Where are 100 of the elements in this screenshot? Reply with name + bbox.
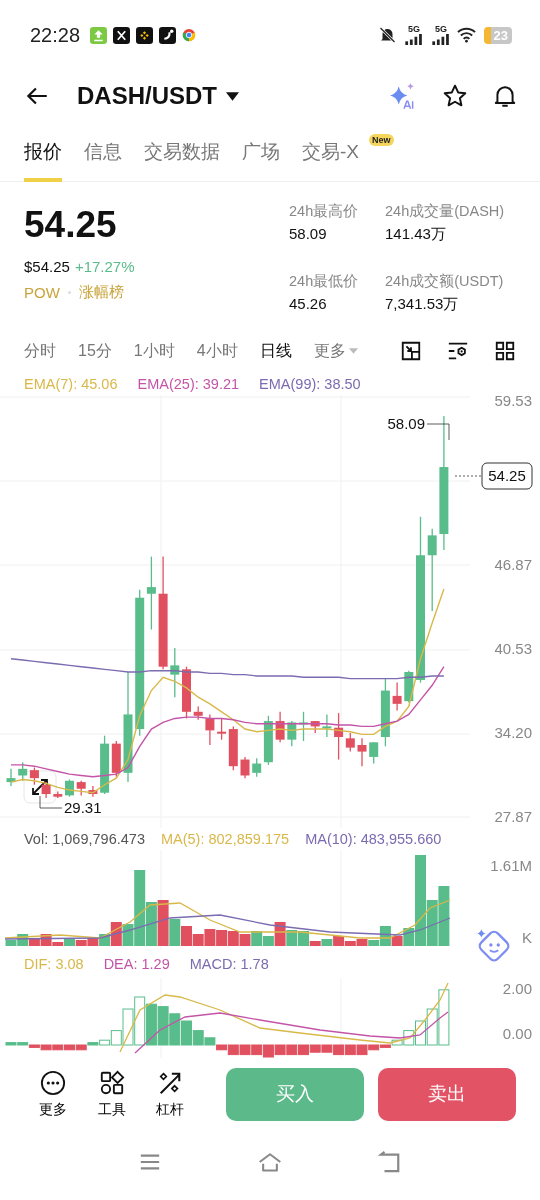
candle <box>240 756 250 779</box>
last-price-tag: 54.25 <box>481 462 533 490</box>
candle <box>53 790 63 799</box>
battery-level: 23 <box>483 26 512 44</box>
menu-icon[interactable] <box>138 1151 162 1173</box>
tab[interactable]: 交易数据 <box>144 121 220 182</box>
app-icon <box>136 26 154 44</box>
price-change: +17.27% <box>74 258 135 275</box>
stat-value: 7,341.53万 <box>385 295 460 314</box>
macd-axis-label: 2.00 <box>502 980 532 997</box>
app-icon <box>159 26 177 44</box>
stat-value: 45.26 <box>289 295 328 312</box>
candle <box>322 713 332 738</box>
circle-app-icon <box>182 28 197 42</box>
signal-icon <box>431 34 451 45</box>
stat-value: 141.43万 <box>385 225 447 244</box>
caret-icon[interactable] <box>226 91 239 101</box>
price-axis-label: 34.20 <box>494 724 532 742</box>
indicator-value: EMA(99): 38.50 <box>259 375 361 392</box>
price-axis-label: 27.87 <box>494 808 532 825</box>
candle <box>18 761 28 782</box>
home-icon[interactable] <box>258 1151 282 1173</box>
interval-tab[interactable]: 分时 <box>24 340 56 362</box>
price-axis-label: 46.87 <box>494 555 532 573</box>
volume-bar <box>204 929 216 946</box>
candle <box>193 705 203 721</box>
leader-line <box>454 475 482 477</box>
bell-icon[interactable] <box>492 83 518 109</box>
indicator-value: DEA: 1.29 <box>103 956 170 972</box>
candle <box>170 647 180 698</box>
macd-bar <box>251 1044 263 1056</box>
low-price-label: 29.31 <box>64 799 102 816</box>
candle <box>287 720 297 747</box>
tab[interactable]: 广场 <box>242 121 280 182</box>
app-icon <box>113 26 131 44</box>
interval-tab[interactable]: 15分 <box>78 340 112 362</box>
leader-line <box>426 423 450 441</box>
high-price-label: 58.09 <box>387 415 425 432</box>
candle <box>76 780 86 797</box>
macd-bar <box>262 1044 274 1058</box>
new-badge: New <box>369 134 394 146</box>
tab[interactable]: 信息 <box>84 121 122 182</box>
interval-tab[interactable]: 4小时 <box>196 340 238 362</box>
candle <box>392 681 402 712</box>
candle <box>6 768 16 787</box>
volume-bar <box>239 934 251 946</box>
tab[interactable]: 报价 <box>24 121 62 182</box>
price-axis-label: 59.53 <box>494 395 532 409</box>
indicator-settings-icon[interactable] <box>447 340 469 362</box>
indicator-value: EMA(25): 39.21 <box>137 375 240 392</box>
caret-icon <box>348 348 358 354</box>
price-axis-label: 40.53 <box>494 640 532 658</box>
grid-icon[interactable] <box>494 340 516 362</box>
macd-bar <box>321 1044 333 1053</box>
shapes-icon <box>98 1069 125 1096</box>
status-time: 22:28 <box>30 23 81 47</box>
usd-price: $54.25 <box>24 258 70 275</box>
network-label: 5G <box>408 25 421 34</box>
tag-link[interactable]: 涨幅榜 <box>78 283 124 302</box>
toolbar-button[interactable]: 更多 <box>36 1069 71 1119</box>
sell-button[interactable]: 卖出 <box>377 1067 516 1121</box>
buy-button[interactable]: 买入 <box>225 1067 364 1121</box>
interval-tab[interactable]: 1小时 <box>133 340 175 362</box>
candle <box>88 785 98 798</box>
candle <box>205 713 215 746</box>
indicator-value: MA(10): 483,955.660 <box>305 831 442 847</box>
macd-bar <box>286 1044 298 1056</box>
chart-mode-icon[interactable] <box>400 340 422 362</box>
tab[interactable]: 交易-X <box>302 121 359 182</box>
toolbar-button[interactable]: 工具 <box>94 1069 130 1119</box>
macd-bar <box>274 1044 286 1056</box>
star-icon[interactable] <box>442 83 468 109</box>
more-intervals-button[interactable]: 更多 <box>313 340 358 362</box>
stat-label: 24h成交量(DASH) <box>385 202 505 221</box>
indicator-value: MACD: 1.78 <box>189 956 269 972</box>
pair-title[interactable]: DASH/USDT <box>77 82 217 110</box>
volume-bar <box>216 930 228 946</box>
indicator-value: MA(5): 802,859.175 <box>160 831 290 847</box>
macd-bar <box>309 1044 321 1053</box>
toolbar-button[interactable]: 杠杆 <box>153 1069 188 1119</box>
macd-bar <box>145 1003 157 1046</box>
back-icon[interactable] <box>378 1151 402 1173</box>
indicator-value: EMA(7): 45.06 <box>24 375 118 392</box>
volume-bar <box>227 931 239 946</box>
candle <box>275 711 285 743</box>
interval-tab[interactable]: 日线 <box>259 340 292 362</box>
indicator-value: DIF: 3.08 <box>24 956 84 972</box>
stat-value: 58.09 <box>289 225 328 242</box>
wifi-icon <box>456 26 476 44</box>
tag-link[interactable]: POW <box>24 284 60 301</box>
leader-line <box>39 795 63 809</box>
volume-axis-label: 1.61M <box>490 857 532 874</box>
candle <box>29 766 39 786</box>
candle <box>65 778 74 798</box>
signal-icon <box>404 34 424 45</box>
app-icon <box>90 26 108 44</box>
candle <box>404 670 414 704</box>
macd-bar <box>134 996 146 1046</box>
macd-bar <box>344 1044 356 1056</box>
stat-label: 24h最低价 <box>289 272 360 291</box>
